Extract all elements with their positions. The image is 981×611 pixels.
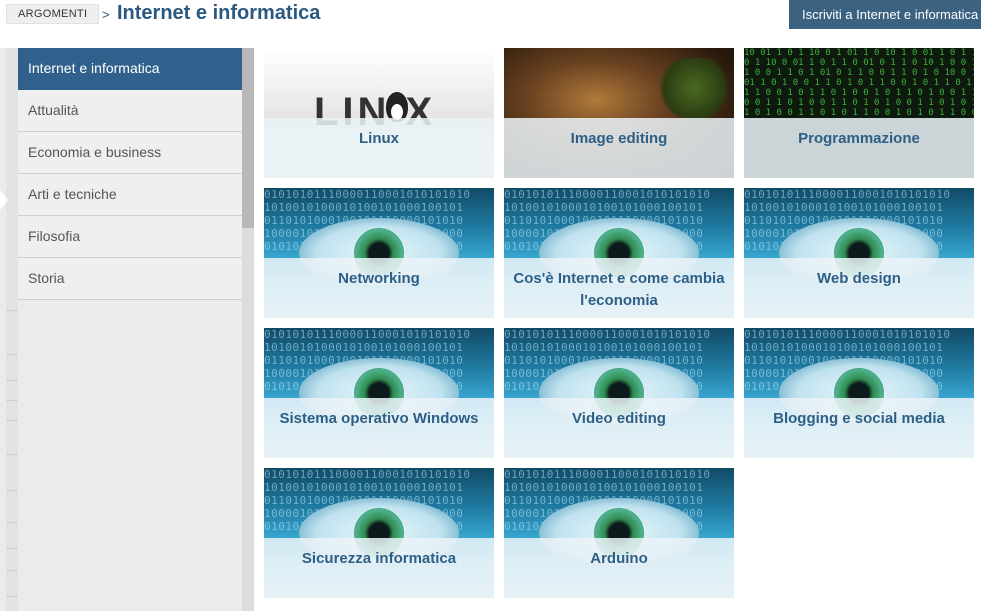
topic-tile-label: Arduino xyxy=(590,550,648,567)
header: ARGOMENTI > Internet e informatica Iscri… xyxy=(0,0,981,40)
topic-tile-video-editing[interactable]: 01010101110000110001010101010 10100101000… xyxy=(504,328,734,458)
topic-tile-label: Blogging e social media xyxy=(773,410,945,427)
sidebar-item-storia[interactable]: Storia xyxy=(18,258,242,300)
page-title: Internet e informatica xyxy=(117,2,321,24)
breadcrumb-root[interactable]: ARGOMENTI xyxy=(6,4,100,24)
topic-tile-arduino[interactable]: 01010101110000110001010101010 10100101000… xyxy=(504,468,734,598)
sidebar-item-attualita[interactable]: Attualità xyxy=(18,90,242,132)
topic-tile-networking[interactable]: 01010101110000110001010101010 10100101000… xyxy=(264,188,494,318)
topic-tile-label: Image editing xyxy=(570,130,668,147)
topic-tile-programmazione[interactable]: 10 01 1 0 1 10 0 1 01 1 0 10 1 0 01 1 0 … xyxy=(744,48,974,178)
sidebar-list: Internet e informatica Attualità Economi… xyxy=(18,48,242,300)
topic-tile-blogging-e-social-media[interactable]: 01010101110000110001010101010 10100101000… xyxy=(744,328,974,458)
sidebar-item-internet-e-informatica[interactable]: Internet e informatica xyxy=(18,48,242,90)
sidebar-item-filosofia[interactable]: Filosofia xyxy=(18,216,242,258)
topic-tile-sistema-operativo-windows[interactable]: 01010101110000110001010101010 10100101000… xyxy=(264,328,494,458)
topic-tile-label: Sistema operativo Windows xyxy=(279,410,479,427)
sidebar-scrollbar-thumb[interactable] xyxy=(242,48,254,228)
sidebar-ruler xyxy=(6,48,18,611)
topic-tile-cos-e-internet[interactable]: 01010101110000110001010101010 10100101000… xyxy=(504,188,734,318)
topic-tile-label: Sicurezza informatica xyxy=(301,550,457,567)
topic-tile-label: Linux xyxy=(359,130,399,147)
sidebar-scrollbar[interactable] xyxy=(242,48,254,611)
topic-tile-linux[interactable]: LIN X Linux xyxy=(264,48,494,178)
sidebar-item-arti-e-tecniche[interactable]: Arti e tecniche xyxy=(18,174,242,216)
sidebar-notch xyxy=(0,190,8,210)
topic-tile-label: Video editing xyxy=(572,410,666,427)
sidebar-item-economia-e-business[interactable]: Economia e business xyxy=(18,132,242,174)
topic-tile-label: Networking xyxy=(338,270,420,287)
topic-tile-label: Programmazione xyxy=(798,130,920,147)
topic-tile-label: Web design xyxy=(817,270,901,287)
topic-tile-web-design[interactable]: 01010101110000110001010101010 10100101000… xyxy=(744,188,974,318)
topic-tile-label: Cos'è Internet e come cambia l'economia xyxy=(513,270,725,309)
topic-tile-sicurezza-informatica[interactable]: 01010101110000110001010101010 10100101000… xyxy=(264,468,494,598)
subscribe-button[interactable]: Iscriviti a Internet e informatica xyxy=(789,0,981,29)
topic-tile-image-editing[interactable]: Image editing xyxy=(504,48,734,178)
breadcrumb-separator: > xyxy=(102,7,110,22)
